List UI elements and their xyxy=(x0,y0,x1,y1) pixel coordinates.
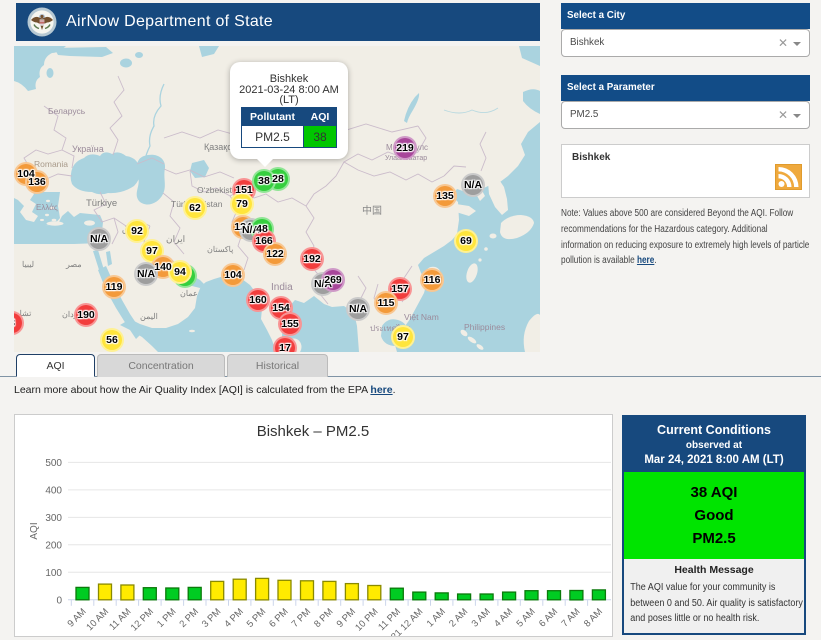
svg-text:Việt Nam: Việt Nam xyxy=(404,312,439,322)
svg-text:6 AM: 6 AM xyxy=(537,606,560,629)
svg-text:5 PM: 5 PM xyxy=(245,606,269,630)
svg-text:Türkiye: Türkiye xyxy=(86,198,117,209)
svg-text:AQI: AQI xyxy=(29,522,40,539)
svg-text:7 PM: 7 PM xyxy=(290,606,314,630)
svg-text:500: 500 xyxy=(45,458,62,469)
svg-text:8 PM: 8 PM xyxy=(312,606,336,630)
svg-text:4 PM: 4 PM xyxy=(222,606,246,630)
svg-text:2 AM: 2 AM xyxy=(447,606,470,629)
svg-text:3 AM: 3 AM xyxy=(470,606,493,629)
svg-text:10 AM: 10 AM xyxy=(84,606,111,633)
svg-text:5 AM: 5 AM xyxy=(515,606,538,629)
svg-text:400: 400 xyxy=(45,485,62,496)
svg-text:ليبيا: ليبيا xyxy=(22,260,34,269)
svg-text:عمان: عمان xyxy=(180,289,198,298)
svg-text:300: 300 xyxy=(45,513,62,524)
svg-text:Romania: Romania xyxy=(34,159,68,169)
svg-text:Беларусь: Беларусь xyxy=(48,106,86,116)
svg-text:Ελλάς: Ελλάς xyxy=(36,203,58,212)
svg-text:10 PM: 10 PM xyxy=(353,606,380,633)
svg-text:100: 100 xyxy=(45,568,62,579)
svg-text:1 AM: 1 AM xyxy=(425,606,448,629)
svg-text:7 AM: 7 AM xyxy=(559,606,582,629)
svg-text:Bishkek – PM2.5: Bishkek – PM2.5 xyxy=(257,423,370,440)
svg-text:اليمن: اليمن xyxy=(140,312,158,321)
svg-text:ايران: ايران xyxy=(166,234,185,245)
svg-text:4 AM: 4 AM xyxy=(492,606,515,629)
svg-text:11 AM: 11 AM xyxy=(107,606,133,632)
svg-text:8 AM: 8 AM xyxy=(582,606,605,629)
svg-text:مصر: مصر xyxy=(65,260,82,269)
svg-text:Україна: Україна xyxy=(72,144,104,154)
svg-text:中国: 中国 xyxy=(362,204,382,217)
svg-text:Philippines: Philippines xyxy=(464,322,505,332)
svg-text:12 PM: 12 PM xyxy=(129,606,156,633)
svg-text:1 PM: 1 PM xyxy=(155,606,179,630)
svg-text:200: 200 xyxy=(45,540,62,551)
svg-text:6 PM: 6 PM xyxy=(267,606,291,630)
svg-text:India: India xyxy=(271,282,293,293)
svg-text:3 PM: 3 PM xyxy=(200,606,224,630)
svg-text:پاکستان: پاکستان xyxy=(207,245,233,254)
svg-text:2 PM: 2 PM xyxy=(177,606,201,630)
svg-text:0: 0 xyxy=(56,595,62,606)
